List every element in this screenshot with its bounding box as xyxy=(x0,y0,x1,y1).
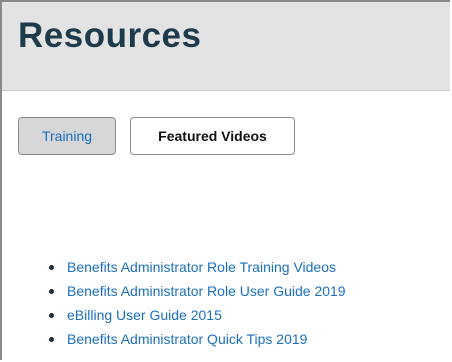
bullet-icon xyxy=(49,337,54,342)
resource-link-role-training-videos[interactable]: Benefits Administrator Role Training Vid… xyxy=(67,259,336,275)
list-item: Benefits Administrator Role User Guide 2… xyxy=(2,280,346,304)
page-title: Resources xyxy=(18,16,202,55)
resource-link-quick-tips-2019[interactable]: Benefits Administrator Quick Tips 2019 xyxy=(67,331,307,347)
tab-featured-videos[interactable]: Featured Videos xyxy=(130,117,295,155)
list-item: eBilling User Guide 2015 xyxy=(2,304,346,328)
resource-link-role-user-guide-2019[interactable]: Benefits Administrator Role User Guide 2… xyxy=(67,283,346,299)
resource-link-ebilling-user-guide-2015[interactable]: eBilling User Guide 2015 xyxy=(67,307,222,323)
bullet-icon xyxy=(49,289,54,294)
resources-panel: Resources Training Featured Videos Benef… xyxy=(0,0,450,360)
page-header: Resources xyxy=(2,2,450,91)
tab-training[interactable]: Training xyxy=(18,117,116,155)
list-item: Benefits Administrator Quick Tips 2019 xyxy=(2,328,346,352)
bullet-icon xyxy=(49,265,54,270)
resource-list: Benefits Administrator Role Training Vid… xyxy=(2,256,346,352)
list-item: Benefits Administrator Role Training Vid… xyxy=(2,256,346,280)
bullet-icon xyxy=(49,313,54,318)
